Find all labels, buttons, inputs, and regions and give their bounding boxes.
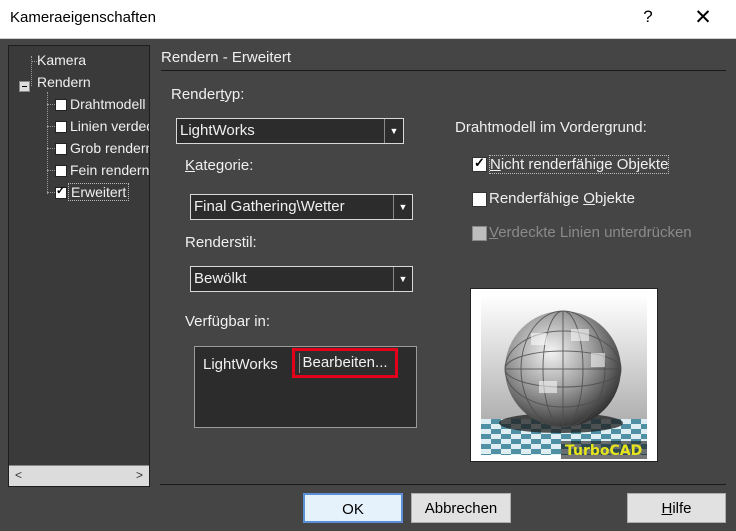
chevron-down-icon[interactable]: ▼ <box>393 267 412 291</box>
tree-connector <box>47 104 55 105</box>
window-title: Kameraeigenschaften <box>10 9 156 26</box>
kategorie-value: Final Gathering\Wetter <box>194 198 345 215</box>
kategorie-select[interactable]: Final Gathering\Wetter ▼ <box>190 194 413 220</box>
chevron-down-icon[interactable]: ▼ <box>384 119 403 143</box>
foreground-label: Drahtmodell im Vordergrund: <box>455 119 647 136</box>
footer-divider <box>160 484 726 485</box>
section-divider <box>161 70 726 71</box>
tree-connector <box>47 92 48 194</box>
tree-connector <box>47 170 55 171</box>
tree-checkbox-erweitert[interactable] <box>55 184 67 199</box>
tree-connector <box>47 126 55 127</box>
tree-checkbox-linien[interactable] <box>55 121 67 133</box>
help-icon[interactable]: ? <box>636 7 660 27</box>
renderstil-value: Bewölkt <box>194 270 247 287</box>
ok-button[interactable]: OK <box>303 493 403 523</box>
horizontal-scrollbar[interactable]: < > <box>9 465 149 486</box>
settings-tree[interactable]: Kamera Rendern Drahtmodell Linien verdec… <box>8 45 150 487</box>
tree-connector <box>47 148 55 149</box>
tree-checkbox-fein[interactable] <box>55 165 67 177</box>
tree-item-drahtmodell[interactable]: Drahtmodell <box>70 96 145 112</box>
scroll-right-icon[interactable]: > <box>136 468 143 482</box>
tree-item-kamera[interactable]: Kamera <box>37 52 86 68</box>
checkbox-renderfaehige[interactable] <box>472 192 487 207</box>
cancel-button[interactable]: Abbrechen <box>411 493 511 523</box>
chevron-down-icon[interactable]: ▼ <box>393 195 412 219</box>
tree-connector <box>47 192 55 193</box>
tree-item-grob-rendern[interactable]: Grob rendern <box>70 140 149 156</box>
tree-checkbox-grob[interactable] <box>55 143 67 155</box>
renderstil-select[interactable]: Bewölkt ▼ <box>190 266 413 292</box>
rendertyp-select[interactable]: LightWorks ▼ <box>176 118 404 144</box>
tree-checkbox-drahtmodell[interactable] <box>55 99 67 111</box>
scroll-left-icon[interactable]: < <box>15 468 22 482</box>
available-app: LightWorks <box>203 356 278 373</box>
tree-item-erweitert[interactable]: Erweitert <box>68 183 130 201</box>
tree-item-linien-verdeckt[interactable]: Linien verdeckt <box>70 118 149 134</box>
section-title: Rendern - Erweitert <box>161 49 292 66</box>
edit-button[interactable]: Bearbeiten... <box>292 348 398 378</box>
checkbox-verdeckte-linien <box>472 226 487 241</box>
kategorie-label: Kategorie: <box>185 157 254 174</box>
rendertyp-label: Rendertyp: <box>171 86 245 103</box>
preview-watermark: TurboCAD <box>565 443 642 459</box>
checkbox-nicht-renderfaehige[interactable] <box>472 155 487 172</box>
tree-item-rendern[interactable]: Rendern <box>37 74 91 90</box>
renderstil-label: Renderstil: <box>185 234 257 251</box>
help-button[interactable]: Hilfe <box>627 493 726 523</box>
rendertyp-value: LightWorks <box>180 122 255 139</box>
preview-graphic: TurboCAD <box>471 289 657 461</box>
collapse-icon[interactable] <box>19 81 30 92</box>
render-preview-image: TurboCAD <box>470 288 658 462</box>
title-bar: Kameraeigenschaften ? ✕ <box>0 0 736 39</box>
close-icon[interactable]: ✕ <box>684 4 722 34</box>
available-label: Verfügbar in: <box>185 313 271 330</box>
tree-item-fein-rendern[interactable]: Fein rendern <box>70 162 149 178</box>
